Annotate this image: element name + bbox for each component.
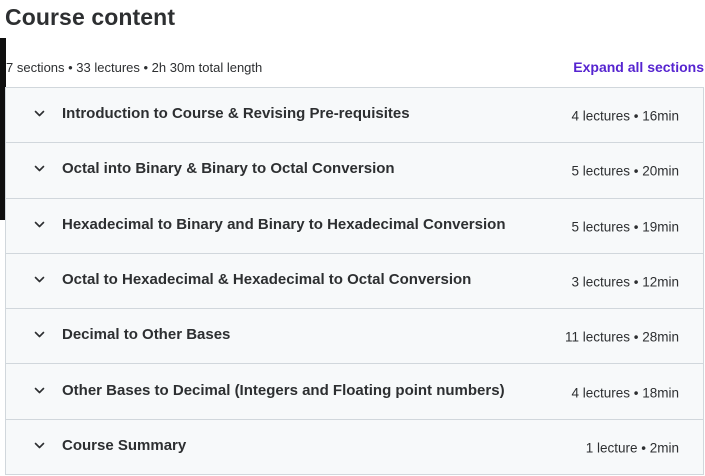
section-header[interactable]: Octal into Binary & Binary to Octal Conv… bbox=[6, 143, 703, 199]
expand-all-sections-button[interactable]: Expand all sections bbox=[573, 59, 704, 75]
section-header[interactable]: Octal to Hexadecimal & Hexadecimal to Oc… bbox=[6, 253, 703, 310]
chevron-down-icon bbox=[34, 108, 45, 119]
section-title: Course Summary bbox=[62, 437, 187, 455]
section-meta: 3 lectures • 12min bbox=[571, 274, 679, 290]
page-title: Course content bbox=[5, 4, 176, 30]
section-title: Other Bases to Decimal (Integers and Flo… bbox=[62, 381, 505, 399]
chevron-down-icon bbox=[34, 274, 45, 285]
section-meta: 4 lectures • 16min bbox=[571, 108, 679, 124]
section-meta: 5 lectures • 20min bbox=[571, 163, 679, 179]
section-title: Decimal to Other Bases bbox=[62, 326, 231, 344]
section-header[interactable]: Course Summary 1 lecture • 2min bbox=[6, 419, 703, 476]
section-header[interactable]: Hexadecimal to Binary and Binary to Hexa… bbox=[6, 198, 703, 254]
chevron-down-icon bbox=[34, 329, 45, 340]
chevron-down-icon bbox=[34, 385, 45, 396]
chevron-down-icon bbox=[34, 163, 45, 174]
section-header[interactable]: Decimal to Other Bases 11 lectures • 28m… bbox=[6, 309, 703, 365]
section-meta: 4 lectures • 18min bbox=[571, 385, 679, 401]
section-header[interactable]: Other Bases to Decimal (Integers and Flo… bbox=[6, 364, 703, 420]
course-content-panel: Course content 7 sections • 33 lectures … bbox=[0, 0, 705, 476]
course-summary-text: 7 sections • 33 lectures • 2h 30m total … bbox=[6, 60, 263, 75]
section-title: Hexadecimal to Binary and Binary to Hexa… bbox=[62, 215, 506, 233]
section-meta: 11 lectures • 28min bbox=[564, 329, 679, 345]
section-meta: 1 lecture • 2min bbox=[585, 440, 679, 456]
chevron-down-icon bbox=[34, 440, 45, 451]
sections-accordion: Introduction to Course & Revising Pre-re… bbox=[5, 87, 704, 476]
section-title: Octal to Hexadecimal & Hexadecimal to Oc… bbox=[62, 271, 472, 289]
chevron-down-icon bbox=[34, 219, 45, 230]
section-title: Introduction to Course & Revising Pre-re… bbox=[62, 105, 410, 123]
section-header[interactable]: Introduction to Course & Revising Pre-re… bbox=[6, 88, 703, 144]
section-title: Octal into Binary & Binary to Octal Conv… bbox=[62, 160, 395, 178]
section-meta: 5 lectures • 19min bbox=[571, 219, 679, 235]
course-summary-row: 7 sections • 33 lectures • 2h 30m total … bbox=[6, 59, 705, 77]
